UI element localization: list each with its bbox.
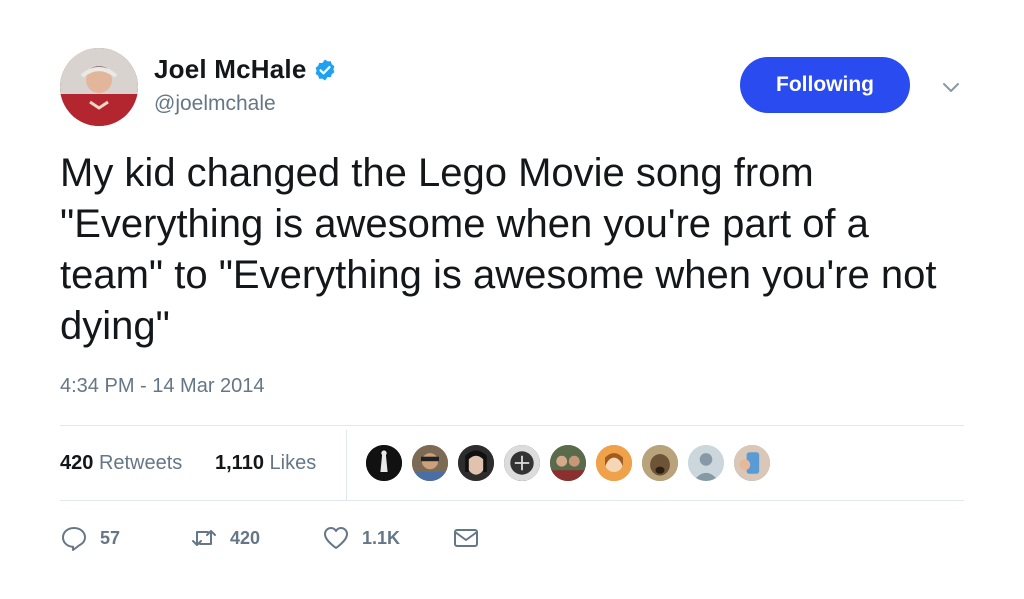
- tweet-header: Joel McHale @joelmchale Following: [60, 48, 970, 128]
- liker-avatar[interactable]: [686, 443, 726, 483]
- liker-avatar[interactable]: [732, 443, 772, 483]
- author-name-row: Joel McHale: [154, 54, 337, 85]
- author-name[interactable]: Joel McHale: [154, 54, 307, 85]
- tweet-text: My kid changed the Lego Movie song from …: [60, 151, 937, 348]
- reply-button[interactable]: 57: [60, 524, 120, 552]
- stats-top-divider: [60, 425, 964, 426]
- retweet-count: 420: [230, 527, 261, 548]
- liker-avatar[interactable]: [594, 443, 634, 483]
- direct-message-button[interactable]: [452, 524, 480, 552]
- author-handle[interactable]: @joelmchale: [154, 92, 276, 116]
- reply-count: 57: [100, 527, 121, 548]
- retweets-stat-label: Retweets: [98, 452, 183, 474]
- retweet-icon: [192, 530, 216, 546]
- heart-icon: [324, 527, 348, 549]
- author-avatar[interactable]: [60, 48, 138, 126]
- liker-avatar[interactable]: [364, 443, 404, 483]
- tweet-timestamp[interactable]: 4:34 PM - 14 Mar 2014: [60, 375, 265, 398]
- likes-stat[interactable]: 1,110 Likes: [215, 452, 316, 475]
- likes-stat-count: 1,110: [215, 452, 264, 474]
- liker-avatar[interactable]: [548, 443, 588, 483]
- likes-stat-label: Likes: [269, 452, 317, 474]
- retweet-button[interactable]: 420: [190, 524, 260, 552]
- message-icon: [454, 529, 478, 547]
- liker-avatar[interactable]: [456, 443, 496, 483]
- stats-vertical-divider: [346, 430, 347, 500]
- like-count: 1.1K: [362, 527, 401, 548]
- like-button[interactable]: 1.1K: [322, 524, 400, 552]
- following-button[interactable]: Following: [740, 57, 910, 113]
- tweet-actions-bar: 57 420 1.1K: [60, 518, 560, 558]
- liker-avatar[interactable]: [640, 443, 680, 483]
- reply-icon: [62, 527, 86, 551]
- retweets-stat-count: 420: [60, 452, 94, 474]
- verified-badge-icon: [315, 59, 334, 80]
- stats-bottom-divider: [60, 500, 964, 501]
- retweets-stat[interactable]: 420 Retweets: [60, 452, 182, 475]
- liker-avatar[interactable]: [502, 443, 542, 483]
- engagement-stats: 420 Retweets 1,110 Likes: [60, 430, 964, 500]
- chevron-down-icon[interactable]: [940, 76, 962, 98]
- liker-avatar[interactable]: [410, 443, 450, 483]
